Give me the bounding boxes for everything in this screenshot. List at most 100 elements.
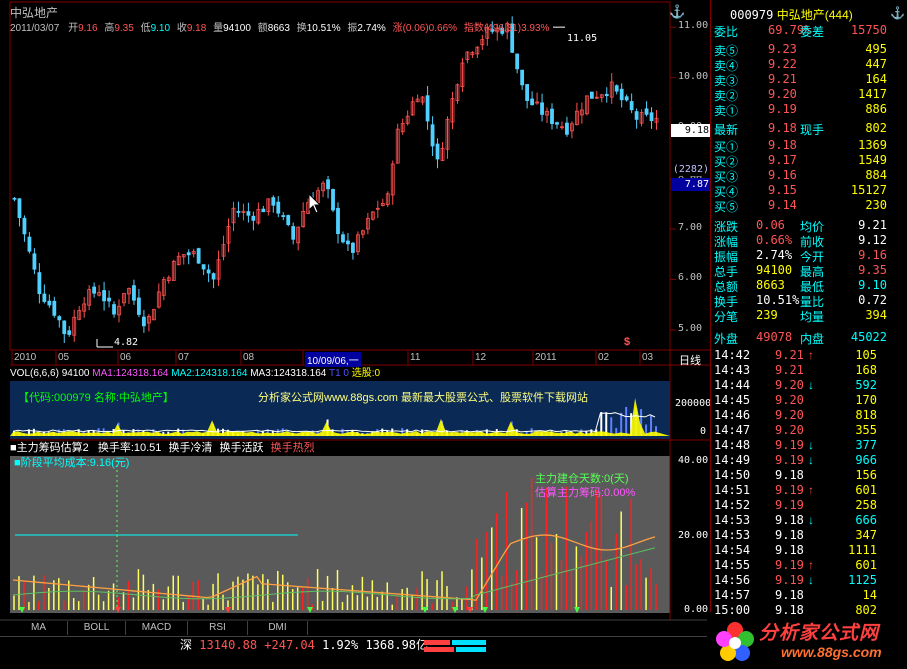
candle-body bbox=[555, 122, 559, 125]
vol-axis-top: 200000 bbox=[675, 398, 712, 409]
candle-body bbox=[346, 240, 350, 245]
stat-row-7-label2: 均量 bbox=[800, 310, 825, 324]
tick-volume: 1111 bbox=[848, 543, 877, 557]
vol-header-vol: VOL(6,6,6) 94100 bbox=[10, 368, 90, 379]
ohlc-line: 2011/03/07 开9.16 高9.35 低9.10 收9.18 量9410… bbox=[10, 21, 549, 36]
tick-time: 14:56 bbox=[714, 573, 751, 587]
tick-time: 14:54 bbox=[714, 543, 751, 557]
ind-axis-20: 20.00 bbox=[678, 530, 709, 541]
tick-price: 9.18 bbox=[775, 543, 804, 557]
tick-volume: 666 bbox=[855, 513, 877, 527]
candle-body bbox=[619, 88, 624, 101]
sell-row-5-label: 卖① bbox=[714, 104, 739, 118]
tick-price: 9.18 bbox=[775, 513, 804, 527]
high-label: 高 bbox=[104, 23, 115, 34]
buy-row-5-value2: 230 bbox=[865, 198, 887, 212]
sell-row-1-value2: 495 bbox=[865, 42, 887, 56]
volume-bar bbox=[625, 406, 628, 436]
status-pct: 1.92% bbox=[322, 638, 359, 652]
chg-label: 涨 bbox=[392, 23, 403, 34]
logo-title: 分析家公式网 bbox=[759, 623, 880, 644]
tick-time: 14:45 bbox=[714, 393, 751, 407]
amp-value: 2.74% bbox=[357, 23, 386, 34]
candle-body bbox=[67, 330, 72, 335]
stat-row-2-value: 0.66% bbox=[756, 233, 793, 247]
period-label[interactable]: 日线 bbox=[679, 352, 701, 368]
stat-row-1-value2: 9.21 bbox=[858, 218, 887, 232]
tick-time: 14:55 bbox=[714, 558, 751, 572]
tick-time: 14:51 bbox=[714, 483, 751, 497]
idx-value: (496.31)3.93% bbox=[483, 23, 550, 34]
candle-body bbox=[589, 91, 594, 99]
tick-time: 14:42 bbox=[714, 348, 751, 362]
tick-time: 14:46 bbox=[714, 408, 751, 422]
last-row-label2: 现手 bbox=[800, 123, 825, 137]
tick-price: 9.21 bbox=[775, 348, 804, 362]
tick-volume: 105 bbox=[855, 348, 877, 362]
tick-volume: 601 bbox=[855, 558, 877, 572]
tick-price: 9.19 bbox=[775, 498, 804, 512]
candle-body bbox=[17, 198, 22, 218]
date-axis-label: 03 bbox=[642, 352, 654, 363]
tab-boll[interactable]: BOLL bbox=[68, 621, 126, 635]
candle-body bbox=[520, 69, 525, 86]
tick-volume: 170 bbox=[855, 393, 877, 407]
ind-axis-0: 0.00 bbox=[684, 604, 709, 615]
tick-price: 9.19 bbox=[775, 483, 804, 497]
tick-arrow-icon: ↓ bbox=[808, 438, 814, 452]
candle-body bbox=[141, 316, 146, 327]
candle-body bbox=[435, 143, 440, 160]
stat-row-3-value2: 9.16 bbox=[858, 248, 887, 262]
tick-volume: 377 bbox=[855, 438, 877, 452]
tick-price: 9.18 bbox=[775, 603, 804, 617]
sell-row-5-value: 9.19 bbox=[768, 102, 797, 116]
candle-body bbox=[425, 95, 430, 122]
candle-body bbox=[644, 108, 649, 115]
tab-macd[interactable]: MACD bbox=[126, 621, 188, 635]
tab-rsi[interactable]: RSI bbox=[188, 621, 248, 635]
candle-body bbox=[92, 286, 97, 294]
candle-body bbox=[565, 122, 569, 135]
tick-arrow-icon: ↓ bbox=[808, 378, 814, 392]
ind-axis-40: 40.00 bbox=[678, 455, 709, 466]
tick-volume: 258 bbox=[855, 498, 877, 512]
candle-body bbox=[196, 248, 201, 264]
quote-icon[interactable]: ⚓ bbox=[890, 6, 905, 20]
anchor-icon[interactable]: ⚓ bbox=[669, 4, 685, 20]
date-axis: 2010 05 06 07 08 10/09/06,一 11 12 2011 02 03 bbox=[0, 351, 670, 367]
flower-logo-icon bbox=[713, 620, 757, 664]
high-mark-label: 11.05 bbox=[567, 33, 598, 44]
candle-body bbox=[62, 320, 67, 335]
tab-dmi[interactable]: DMI bbox=[248, 621, 308, 635]
date-axis-label: 2011 bbox=[535, 352, 557, 363]
tick-arrow-icon: ↑ bbox=[808, 483, 814, 497]
candle-body bbox=[326, 179, 330, 190]
candle-body bbox=[286, 215, 291, 226]
tick-volume: 802 bbox=[855, 603, 877, 617]
sell-row-2-value2: 447 bbox=[865, 57, 887, 71]
candle-body bbox=[530, 98, 534, 106]
candle-body bbox=[276, 201, 281, 214]
candle-body bbox=[271, 197, 276, 206]
tick-price: 9.20 bbox=[775, 378, 804, 392]
date-axis-label: 2010 bbox=[14, 352, 37, 363]
quote-code: 000979 bbox=[730, 8, 774, 22]
stat-row-5-value: 8663 bbox=[756, 278, 785, 292]
candle-body bbox=[47, 300, 52, 306]
vol-header-t1: T1 0 bbox=[328, 368, 349, 379]
outer-value: 49078 bbox=[756, 330, 793, 344]
candle-body bbox=[137, 297, 141, 315]
sell-row-4-value2: 1417 bbox=[858, 87, 887, 101]
tick-arrow-icon: ↑ bbox=[808, 348, 814, 362]
marker-box-2: 7.87 bbox=[671, 178, 711, 191]
marker-box-1: (2282) bbox=[671, 163, 711, 176]
tick-time: 14:53 bbox=[714, 513, 751, 527]
tick-price: 9.18 bbox=[775, 588, 804, 602]
ind-r4: 换手热烈 bbox=[270, 442, 315, 454]
candle-body bbox=[246, 211, 251, 216]
close-label: 收 bbox=[176, 23, 187, 34]
candle-body bbox=[649, 112, 654, 122]
status-amount: 1368.98亿 bbox=[365, 638, 429, 652]
tab-ma[interactable]: MA bbox=[10, 621, 68, 635]
candle-body bbox=[604, 93, 609, 97]
